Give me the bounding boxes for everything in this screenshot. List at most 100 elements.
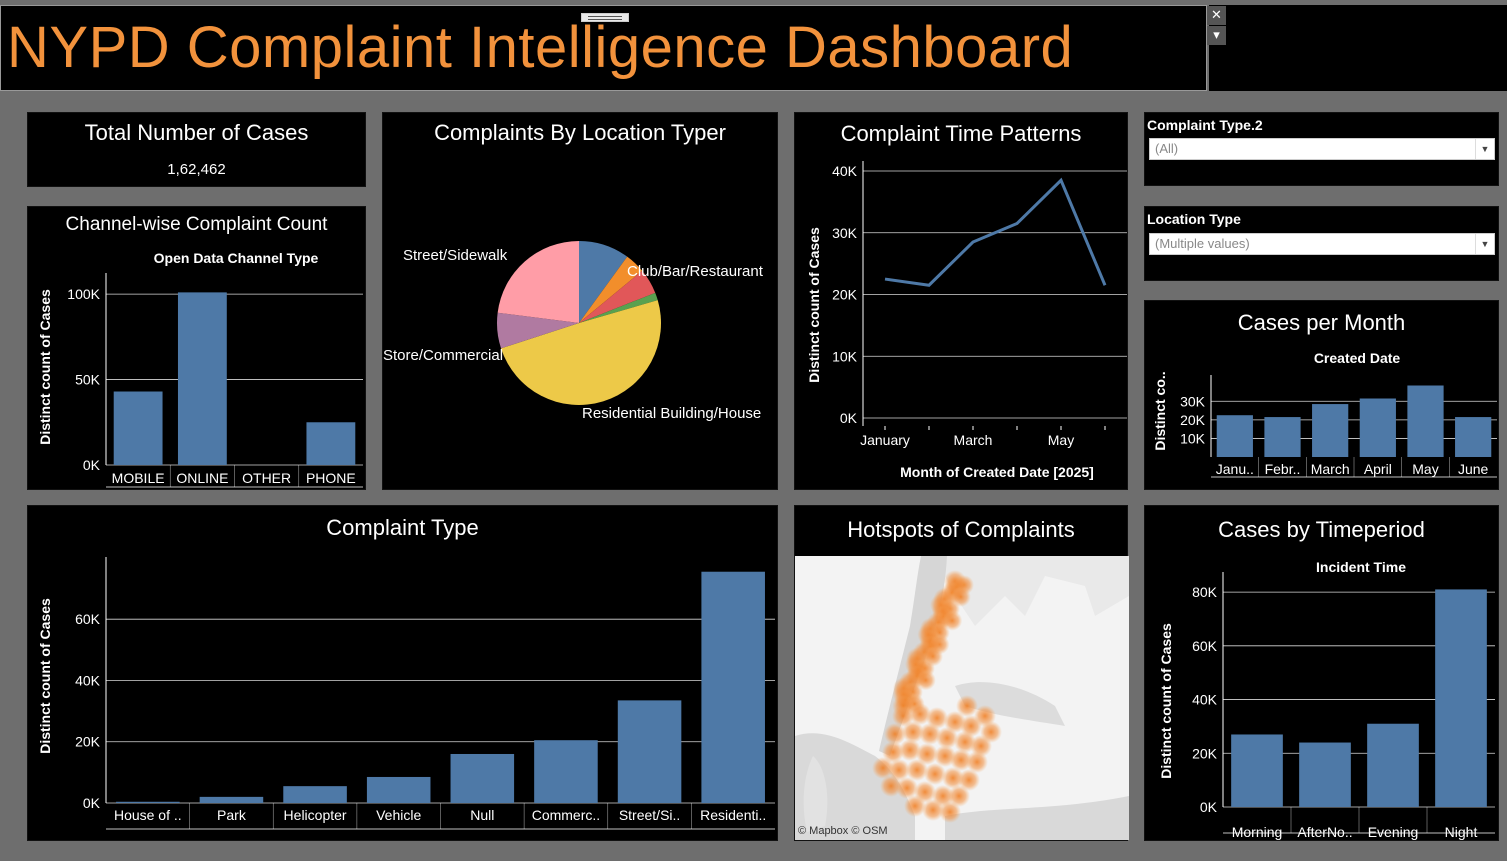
y-tick-label: 60K <box>1192 638 1218 654</box>
time-panel: Complaint Time Patterns 0K 10K 20K 30K 40K Ja… <box>794 112 1128 490</box>
bar <box>306 422 356 465</box>
complaint-type-panel: Complaint Type 0K 20K 40K 60K House of .. Par… <box>27 505 778 841</box>
x-tick-label: ONLINE <box>176 470 228 486</box>
y-tick-label: 20K <box>832 287 858 303</box>
y-tick-label: 40K <box>832 163 858 179</box>
x-tick-label: Helicopter <box>284 807 347 823</box>
bar <box>1264 417 1301 457</box>
pie-label: Club/Bar/Restaurant <box>627 263 764 280</box>
y-tick-label: 40K <box>1192 692 1218 708</box>
y-tick-label: 80K <box>1192 584 1218 600</box>
y-tick-label: 60K <box>75 611 101 627</box>
total-cases-panel: Total Number of Cases 1,62,462 <box>27 112 366 187</box>
x-tick-label: AfterNo.. <box>1297 824 1352 840</box>
complaint-type-bar-chart: 0K 20K 40K 60K House of .. Park Helicopter Vehi… <box>37 557 775 830</box>
channel-chart: 0K 50K 100K MOBILE ONLINE OTHER PHONE Open Data… <box>37 250 363 488</box>
y-tick-label: 0K <box>1200 799 1218 815</box>
x-tick-label: Residenti.. <box>700 807 766 823</box>
y-tick-label: 30K <box>1180 393 1206 409</box>
close-icon[interactable]: ✕ <box>1207 6 1226 25</box>
x-tick-label: March <box>1311 461 1350 477</box>
complaint-type-filter-value: (All) <box>1155 141 1179 156</box>
bar <box>1407 385 1444 457</box>
y-tick-label: 100K <box>67 286 100 302</box>
timeperiod-panel: Cases by Timeperiod 0K 20K 40K 60K 80K Mornin… <box>1144 505 1499 841</box>
bar <box>1435 589 1487 807</box>
month-bar-chart: 10K 20K 30K Janu.. Febr.. March April May June Cr… <box>1152 350 1497 478</box>
location-type-filter-select[interactable]: (Multiple values) ▼ <box>1149 233 1495 255</box>
pie-slice <box>497 241 579 323</box>
time-line-chart: 0K 10K 20K 30K 40K January March May Month of Cr… <box>806 161 1127 480</box>
x-tick-label: March <box>954 432 993 448</box>
map-attribution[interactable]: © Mapbox © OSM <box>798 825 888 837</box>
bar <box>1312 404 1349 457</box>
x-tick-label: Commerc.. <box>532 807 600 823</box>
more-options-icon[interactable]: ▾ <box>1207 26 1226 45</box>
bar <box>199 796 264 803</box>
bar <box>1359 398 1396 457</box>
bar <box>366 776 431 803</box>
x-tick-label: MOBILE <box>112 470 165 486</box>
bar <box>450 753 515 803</box>
chart-subtitle: Open Data Channel Type <box>154 250 319 266</box>
y-axis-label: Distinct co.. <box>1152 371 1168 450</box>
x-tick-label: April <box>1364 461 1392 477</box>
x-tick-label: June <box>1458 461 1489 477</box>
hotspot-dot <box>872 757 894 779</box>
bar <box>116 801 180 803</box>
x-tick-label: Janu.. <box>1216 461 1254 477</box>
dashboard-title-bar: NYPD Complaint Intelligence Dashboard <box>0 5 1207 91</box>
y-axis-label: Distinct count of Cases <box>806 227 822 383</box>
map-panel: Hotspots of Complaints © Mapbox © OSM <box>794 505 1129 841</box>
location-pie-chart: Club/Bar/Restaurant Residential Building/… <box>383 241 764 422</box>
x-tick-label: Park <box>217 807 247 823</box>
chevron-down-icon[interactable]: ▼ <box>1475 234 1494 254</box>
x-tick-label: OTHER <box>242 470 291 486</box>
bar <box>1216 415 1253 457</box>
x-axis-label: Month of Created Date [2025] <box>900 464 1094 480</box>
bar <box>1299 742 1351 807</box>
pie-label: Store/Commercial <box>383 347 503 364</box>
location-type-filter-panel: Location Type (Multiple values) ▼ <box>1144 206 1499 281</box>
x-tick-label: May <box>1412 461 1438 477</box>
x-tick-label: January <box>860 432 910 448</box>
hotspot-dot <box>956 695 978 717</box>
bar <box>1455 417 1492 457</box>
y-tick-label: 20K <box>1192 745 1218 761</box>
pie-label: Street/Sidewalk <box>403 247 508 264</box>
y-tick-label: 10K <box>832 348 858 364</box>
y-tick-label: 20K <box>1180 412 1206 428</box>
pie-label: Residential Building/House <box>582 405 761 422</box>
dashboard-title: NYPD Complaint Intelligence Dashboard <box>7 15 1074 80</box>
x-tick-label: Night <box>1445 824 1478 840</box>
complaint-type-filter-select[interactable]: (All) ▼ <box>1149 138 1495 160</box>
hotspot-map[interactable] <box>795 556 1129 840</box>
bar <box>1367 723 1419 807</box>
complaint-type-filter-panel: Complaint Type.2 (All) ▼ <box>1144 112 1499 186</box>
chart-subtitle: Created Date <box>1314 350 1401 366</box>
x-tick-label: Vehicle <box>376 807 421 823</box>
y-axis-label: Distinct count of Cases <box>37 289 53 445</box>
x-tick-label: Evening <box>1368 824 1419 840</box>
bar <box>177 292 227 465</box>
x-tick-label: Febr.. <box>1265 461 1301 477</box>
y-tick-label: 40K <box>75 672 101 688</box>
total-cases-value: 1,62,462 <box>167 161 226 178</box>
complaint-type-filter-label: Complaint Type.2 <box>1147 117 1263 133</box>
y-tick-label: 0K <box>83 457 101 473</box>
chevron-down-icon[interactable]: ▼ <box>1475 139 1494 159</box>
bar <box>1231 734 1283 807</box>
location-panel: Complaints By Location Typer Club/Bar/Re… <box>382 112 778 490</box>
x-tick-label: Morning <box>1232 824 1283 840</box>
y-tick-label: 0K <box>83 795 101 811</box>
x-tick-label: House of .. <box>114 807 182 823</box>
location-type-filter-value: (Multiple values) <box>1155 236 1250 251</box>
y-axis-label: Distinct count of Cases <box>1158 623 1174 779</box>
drag-handle-icon[interactable] <box>581 13 629 22</box>
y-tick-label: 50K <box>75 372 101 388</box>
x-tick-label: May <box>1048 432 1074 448</box>
y-tick-label: 10K <box>1180 430 1206 446</box>
map-title: Hotspots of Complaints <box>847 517 1075 542</box>
x-tick-label: Null <box>470 807 494 823</box>
bar <box>283 786 347 803</box>
